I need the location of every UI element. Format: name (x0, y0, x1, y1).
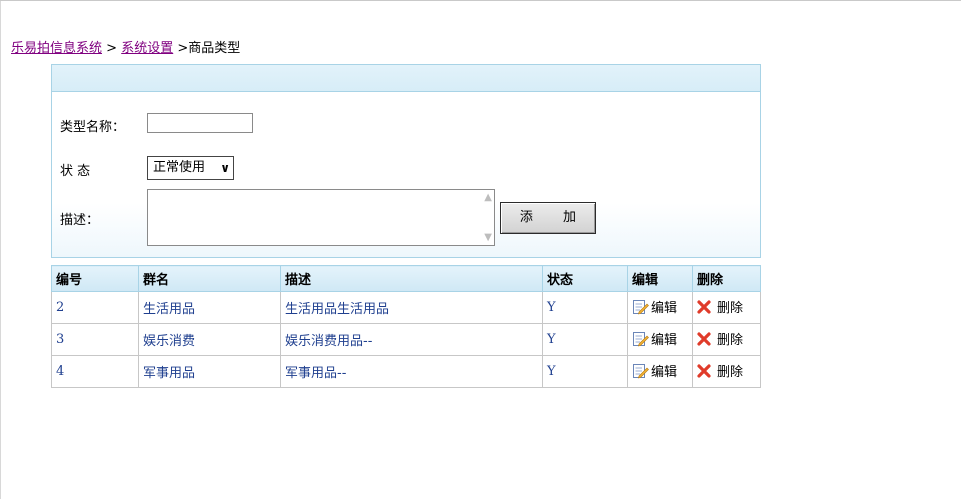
edit-icon (633, 299, 649, 314)
delete-label: 删除 (717, 365, 744, 381)
form-header-bar (52, 65, 760, 92)
breadcrumb-separator: > (177, 41, 189, 56)
scroll-up-icon[interactable]: ▲ (484, 192, 492, 203)
delete-label: 删除 (717, 333, 744, 349)
cell-name: 娱乐消费 (138, 323, 281, 356)
breadcrumb-home-link[interactable]: 乐易拍信息系统 (11, 41, 102, 56)
col-header-status: 状态 (542, 265, 628, 292)
col-header-name: 群名 (138, 265, 281, 292)
delete-link[interactable]: 删除 (697, 297, 743, 316)
type-table: 编号 群名 描述 状态 编辑 删除 2 生活用品 生活用品生活用品 Y 编辑 删 (51, 265, 761, 388)
cell-description: 娱乐消费用品-- (280, 323, 543, 356)
col-header-edit: 编辑 (627, 265, 693, 292)
cell-delete: 删除 (692, 323, 761, 356)
cell-status: Y (542, 291, 628, 324)
cell-id: 3 (51, 323, 139, 356)
col-header-delete: 删除 (692, 265, 761, 292)
breadcrumb: 乐易拍信息系统 > 系统设置 >商品类型 (11, 37, 240, 56)
add-button[interactable]: 添 加 (500, 202, 596, 234)
delete-icon (697, 332, 711, 346)
cell-id: 4 (51, 355, 139, 388)
edit-label: 编辑 (651, 364, 678, 380)
edit-icon (633, 331, 649, 346)
table-row: 4 军事用品 军事用品-- Y 编辑 删除 (51, 355, 761, 388)
delete-link[interactable]: 删除 (697, 361, 743, 380)
edit-link[interactable]: 编辑 (632, 297, 677, 316)
delete-label: 删除 (717, 301, 744, 317)
cell-edit: 编辑 (627, 323, 693, 356)
cell-name: 生活用品 (138, 291, 281, 324)
table-row: 3 娱乐消费 娱乐消费用品-- Y 编辑 删除 (51, 323, 761, 356)
cell-edit: 编辑 (627, 291, 693, 324)
edit-link[interactable]: 编辑 (632, 361, 677, 380)
status-select-value: 正常使用 (153, 160, 206, 175)
col-header-id: 编号 (51, 265, 139, 292)
type-name-label: 类型名称： (60, 120, 126, 135)
cell-edit: 编辑 (627, 355, 693, 388)
table-header-row: 编号 群名 描述 状态 编辑 删除 (51, 265, 761, 292)
scroll-down-icon[interactable]: ▼ (484, 232, 492, 243)
add-type-form: 类型名称： 状 态 正常使用 ∨ 描述： ▲ ▼ 添 加 (51, 64, 761, 258)
cell-status: Y (542, 355, 628, 388)
chevron-down-icon: ∨ (220, 161, 230, 175)
left-divider (0, 1, 1, 499)
breadcrumb-separator: > (106, 41, 118, 56)
cell-description: 生活用品生活用品 (280, 291, 543, 324)
cell-name: 军事用品 (138, 355, 281, 388)
cell-id: 2 (51, 291, 139, 324)
col-header-description: 描述 (280, 265, 543, 292)
delete-icon (697, 300, 711, 314)
delete-link[interactable]: 删除 (697, 329, 743, 348)
description-textarea[interactable]: ▲ ▼ (147, 189, 495, 246)
edit-label: 编辑 (651, 300, 678, 316)
status-label: 状 态 (60, 164, 91, 179)
type-name-input[interactable] (147, 113, 253, 133)
cell-delete: 删除 (692, 355, 761, 388)
delete-icon (697, 364, 711, 378)
status-select[interactable]: 正常使用 ∨ (147, 156, 234, 180)
top-divider (0, 0, 961, 1)
cell-status: Y (542, 323, 628, 356)
breadcrumb-current: 商品类型 (188, 41, 241, 56)
edit-icon (633, 363, 649, 378)
description-label: 描述： (60, 213, 100, 228)
table-row: 2 生活用品 生活用品生活用品 Y 编辑 删除 (51, 291, 761, 324)
cell-delete: 删除 (692, 291, 761, 324)
cell-description: 军事用品-- (280, 355, 543, 388)
edit-label: 编辑 (651, 332, 678, 348)
edit-link[interactable]: 编辑 (632, 329, 677, 348)
breadcrumb-settings-link[interactable]: 系统设置 (121, 41, 173, 56)
